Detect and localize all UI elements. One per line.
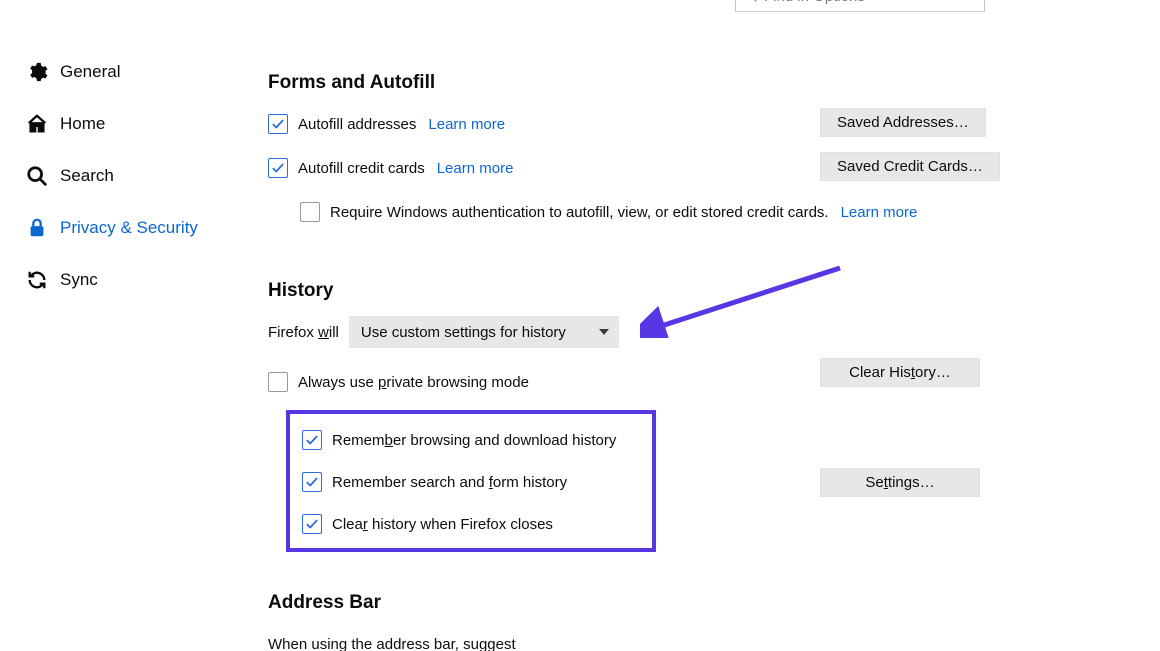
search-icon [744, 0, 758, 3]
clear-history-button[interactable]: Clear History… [820, 358, 980, 387]
find-in-options-placeholder: Find in Options [764, 0, 865, 5]
clear-on-close-checkbox[interactable] [302, 514, 322, 534]
sidebar-item-label: General [60, 62, 120, 82]
history-mode-select[interactable]: Use custom settings for history [349, 316, 619, 348]
lock-icon [26, 217, 48, 239]
remember-search-checkbox[interactable] [302, 472, 322, 492]
windows-auth-checkbox[interactable] [300, 202, 320, 222]
sync-icon [26, 269, 48, 291]
autofill-addresses-checkbox[interactable] [268, 114, 288, 134]
home-icon [26, 113, 48, 135]
sidebar-item-sync[interactable]: Sync [26, 254, 246, 306]
remember-browsing-checkbox[interactable] [302, 430, 322, 450]
sidebar-item-label: Sync [60, 270, 98, 290]
autofill-addresses-label: Autofill addresses [298, 116, 416, 133]
history-mode-value: Use custom settings for history [361, 324, 566, 341]
autofill-credit-cards-learn-more-link[interactable]: Learn more [437, 160, 514, 177]
always-private-checkbox[interactable] [268, 372, 288, 392]
clear-on-close-label: Clear history when Firefox closes [332, 516, 553, 533]
history-heading: History [268, 280, 1008, 302]
forms-autofill-heading: Forms and Autofill [268, 72, 1008, 94]
autofill-addresses-learn-more-link[interactable]: Learn more [428, 116, 505, 133]
find-in-options-input[interactable]: Find in Options [735, 0, 985, 12]
firefox-will-label: Firefox will [268, 324, 339, 341]
saved-credit-cards-button[interactable]: Saved Credit Cards… [820, 152, 1000, 181]
sidebar-item-label: Search [60, 166, 114, 186]
address-bar-heading: Address Bar [268, 592, 1008, 614]
windows-auth-learn-more-link[interactable]: Learn more [841, 204, 918, 221]
remember-search-label: Remember search and form history [332, 474, 567, 491]
preferences-sidebar: General Home Search Privacy & Security S… [26, 46, 246, 306]
annotation-highlight-box: Remember browsing and download history R… [286, 410, 656, 552]
sidebar-item-general[interactable]: General [26, 46, 246, 98]
history-settings-button[interactable]: Settings… [820, 468, 980, 497]
always-private-label: Always use private browsing mode [298, 374, 529, 391]
sidebar-item-label: Home [60, 114, 105, 134]
saved-addresses-button[interactable]: Saved Addresses… [820, 108, 986, 137]
autofill-credit-cards-checkbox[interactable] [268, 158, 288, 178]
remember-browsing-label: Remember browsing and download history [332, 432, 616, 449]
sidebar-item-privacy-security[interactable]: Privacy & Security [26, 202, 246, 254]
address-bar-subtitle: When using the address bar, suggest [268, 636, 516, 651]
search-icon [26, 165, 48, 187]
autofill-credit-cards-label: Autofill credit cards [298, 160, 425, 177]
sidebar-item-label: Privacy & Security [60, 218, 198, 238]
gear-icon [26, 61, 48, 83]
sidebar-item-home[interactable]: Home [26, 98, 246, 150]
sidebar-item-search[interactable]: Search [26, 150, 246, 202]
windows-auth-label: Require Windows authentication to autofi… [330, 204, 829, 221]
